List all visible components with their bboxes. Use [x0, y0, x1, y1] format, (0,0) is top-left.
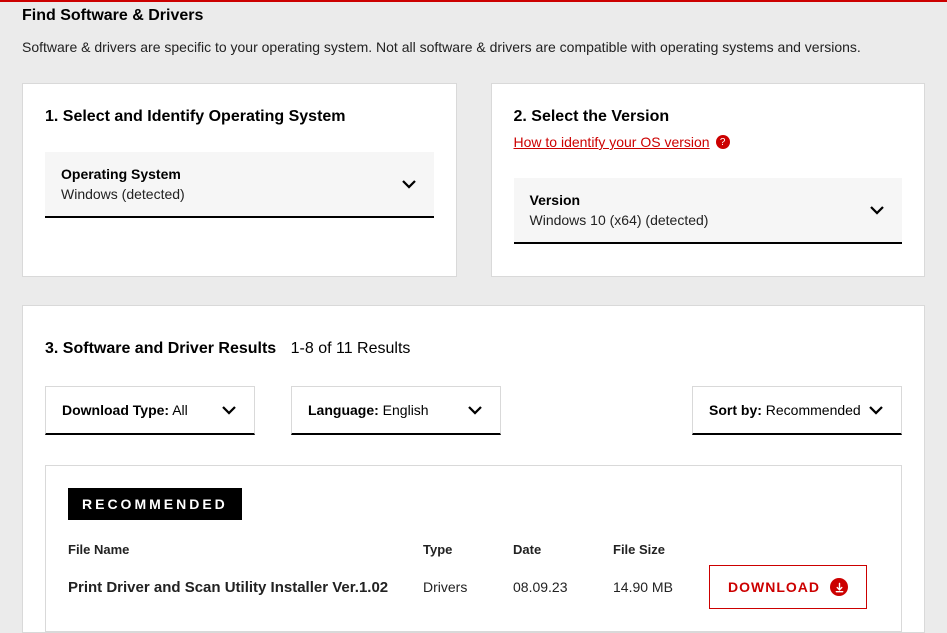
step-1-card: 1. Select and Identify Operating System …: [22, 83, 457, 277]
chevron-down-icon: [466, 401, 484, 419]
version-select-value: Windows 10 (x64) (detected): [530, 212, 709, 228]
results-card: 3. Software and Driver Results 1-8 of 11…: [22, 305, 925, 633]
file-size: 14.90 MB: [613, 579, 708, 595]
recommended-result: RECOMMENDED File Name Type Date File Siz…: [45, 465, 902, 632]
language-value: English: [379, 402, 429, 418]
step-1-title: 1. Select and Identify Operating System: [45, 108, 434, 126]
chevron-down-icon: [867, 401, 885, 419]
os-select[interactable]: Operating System Windows (detected): [45, 152, 434, 218]
sort-label: Sort by:: [709, 402, 762, 418]
col-header-name: File Name: [68, 542, 423, 557]
page-subtitle: Software & drivers are specific to your …: [22, 39, 925, 55]
results-title: 3. Software and Driver Results: [45, 340, 276, 357]
download-icon: [830, 578, 848, 596]
os-select-label: Operating System: [61, 166, 185, 182]
version-select-label: Version: [530, 192, 709, 208]
chevron-down-icon: [868, 201, 886, 219]
os-select-value: Windows (detected): [61, 186, 185, 202]
page-title: Find Software & Drivers: [22, 2, 925, 39]
sort-value: Recommended: [762, 402, 861, 418]
col-header-date: Date: [513, 542, 613, 557]
language-label: Language:: [308, 402, 379, 418]
chevron-down-icon: [220, 401, 238, 419]
results-count: 1-8 of 11 Results: [291, 340, 411, 357]
file-name: Print Driver and Scan Utility Installer …: [68, 579, 423, 596]
chevron-down-icon: [400, 175, 418, 193]
download-type-value: All: [169, 402, 188, 418]
language-filter[interactable]: Language: English: [291, 386, 501, 435]
file-date: 08.09.23: [513, 579, 613, 595]
download-button[interactable]: DOWNLOAD: [709, 565, 867, 609]
col-header-type: Type: [423, 542, 513, 557]
version-select[interactable]: Version Windows 10 (x64) (detected): [514, 178, 903, 244]
download-button-label: DOWNLOAD: [728, 579, 820, 595]
sort-filter[interactable]: Sort by: Recommended: [692, 386, 902, 435]
file-type: Drivers: [423, 579, 513, 595]
col-header-size: File Size: [613, 542, 708, 557]
identify-os-link[interactable]: How to identify your OS version ?: [514, 134, 730, 150]
download-type-label: Download Type:: [62, 402, 169, 418]
recommended-badge: RECOMMENDED: [68, 488, 242, 520]
download-type-filter[interactable]: Download Type: All: [45, 386, 255, 435]
step-2-card: 2. Select the Version How to identify yo…: [491, 83, 926, 277]
step-2-title: 2. Select the Version: [514, 108, 903, 126]
identify-os-link-text: How to identify your OS version: [514, 134, 710, 150]
table-row: Print Driver and Scan Utility Installer …: [68, 565, 879, 609]
help-icon: ?: [716, 135, 730, 149]
